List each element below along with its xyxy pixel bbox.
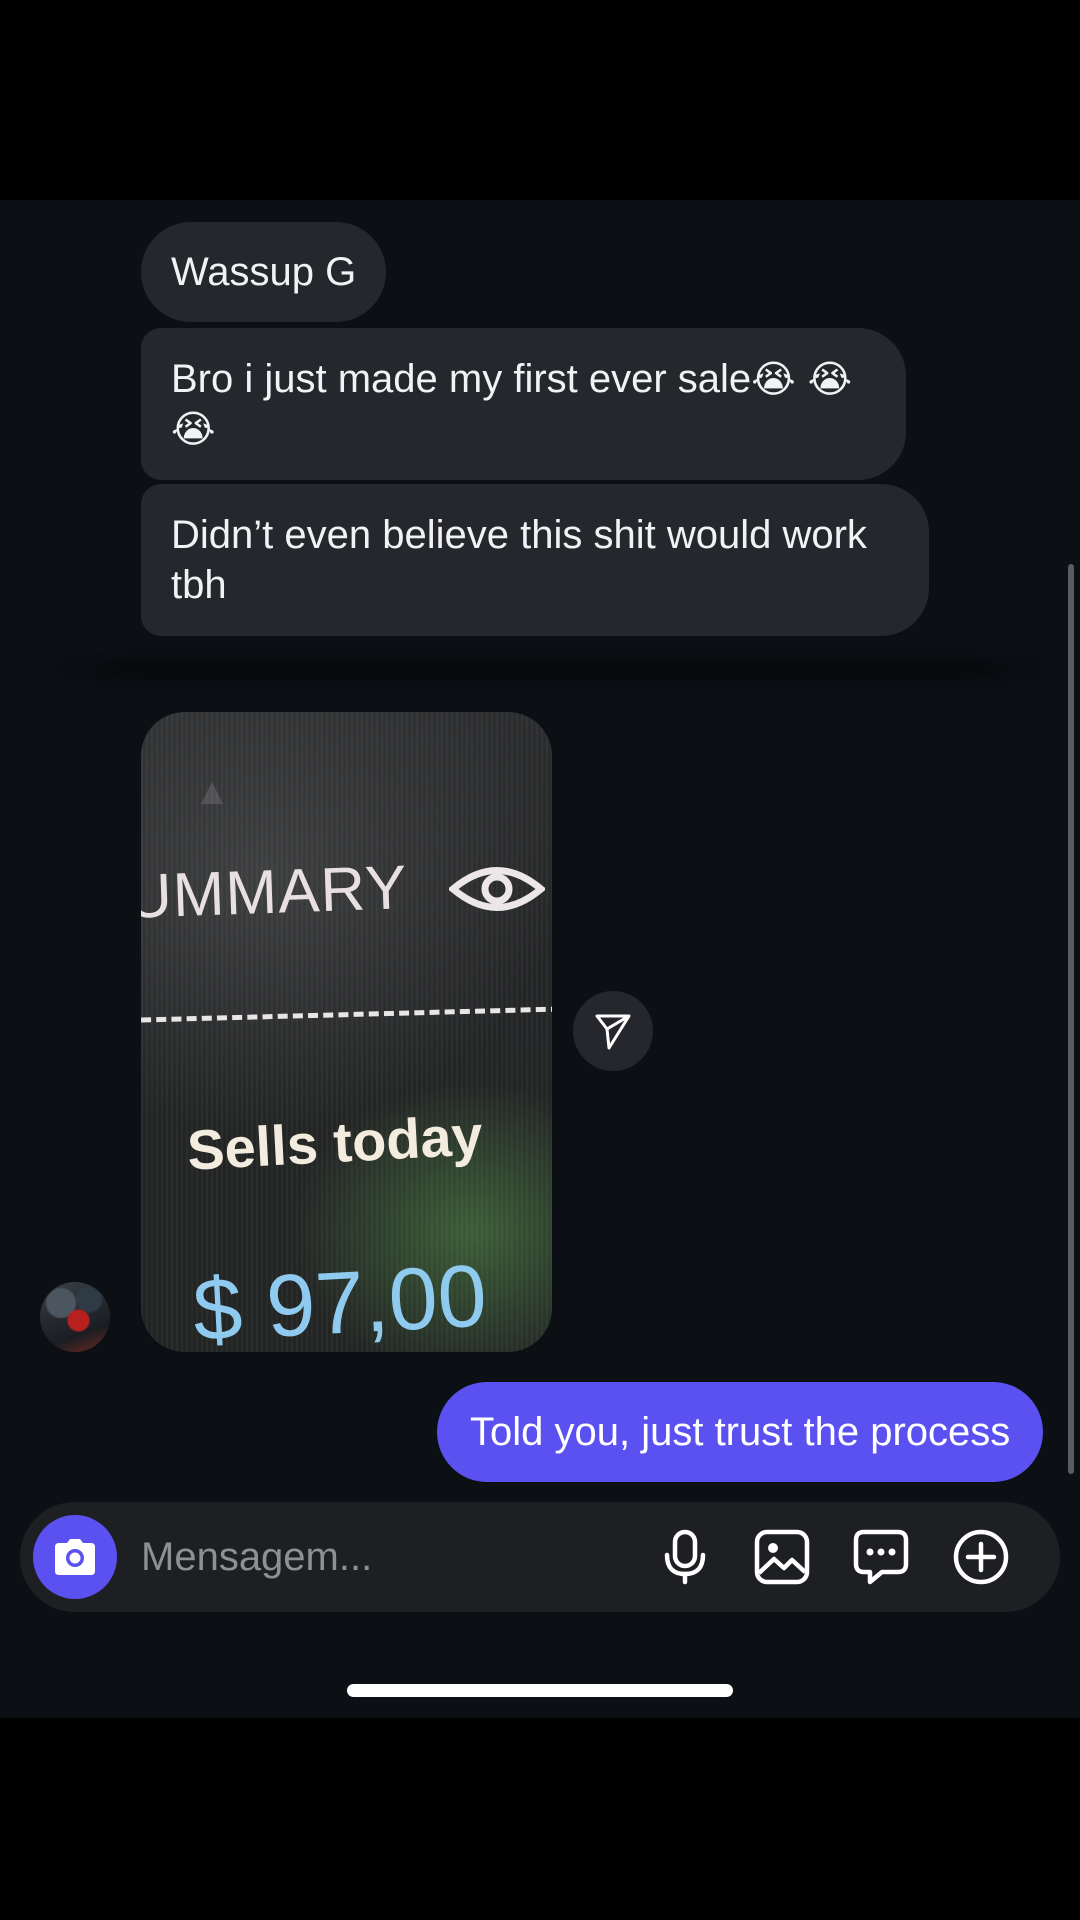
photo-sells-label: Sells today xyxy=(185,1103,485,1182)
gallery-icon xyxy=(754,1529,810,1585)
message-text: Told you, just trust the process xyxy=(470,1410,1011,1454)
photo-triangle-mark xyxy=(201,782,223,804)
message-bubble-incoming[interactable]: Bro i just made my first ever sale😭 😭 😭 xyxy=(141,328,906,480)
message-input[interactable] xyxy=(141,1527,621,1587)
eye-icon xyxy=(449,867,545,911)
message-text: Didn’t even believe this shit would work… xyxy=(171,513,867,607)
message-composer xyxy=(20,1502,1060,1612)
chat-screen: Wassup G Bro i just made my first ever s… xyxy=(0,200,1080,1718)
photo-dashed-line xyxy=(141,1006,552,1023)
message-text: Wassup G xyxy=(171,250,357,294)
message-bubble-incoming[interactable]: Wassup G xyxy=(141,222,387,322)
share-button[interactable] xyxy=(573,991,653,1071)
shadow-divider xyxy=(30,656,1070,682)
camera-button[interactable] xyxy=(33,1515,117,1599)
chat-bubble-icon xyxy=(853,1529,909,1585)
message-text: Bro i just made my first ever sale xyxy=(171,357,752,401)
photo-summary-text: UMMARY xyxy=(141,853,409,932)
send-share-icon xyxy=(595,1014,631,1050)
more-options-button[interactable] xyxy=(949,1525,1013,1589)
photo-message[interactable]: UMMARY Sells today $ 97,00 xyxy=(141,712,552,1352)
microphone-button[interactable] xyxy=(653,1525,717,1589)
scrollbar[interactable] xyxy=(1068,564,1074,1474)
message-bubble-outgoing[interactable]: Told you, just trust the process xyxy=(437,1382,1044,1482)
sticker-button[interactable] xyxy=(849,1525,913,1589)
avatar[interactable] xyxy=(40,1282,110,1352)
home-indicator[interactable] xyxy=(347,1684,733,1697)
camera-icon xyxy=(55,1539,95,1575)
message-bubble-incoming[interactable]: Didn’t even believe this shit would work… xyxy=(141,484,929,636)
plus-circle-icon xyxy=(953,1529,1009,1585)
gallery-button[interactable] xyxy=(750,1525,814,1589)
microphone-icon xyxy=(664,1529,706,1585)
photo-amount: $ 97,00 xyxy=(190,1245,489,1352)
